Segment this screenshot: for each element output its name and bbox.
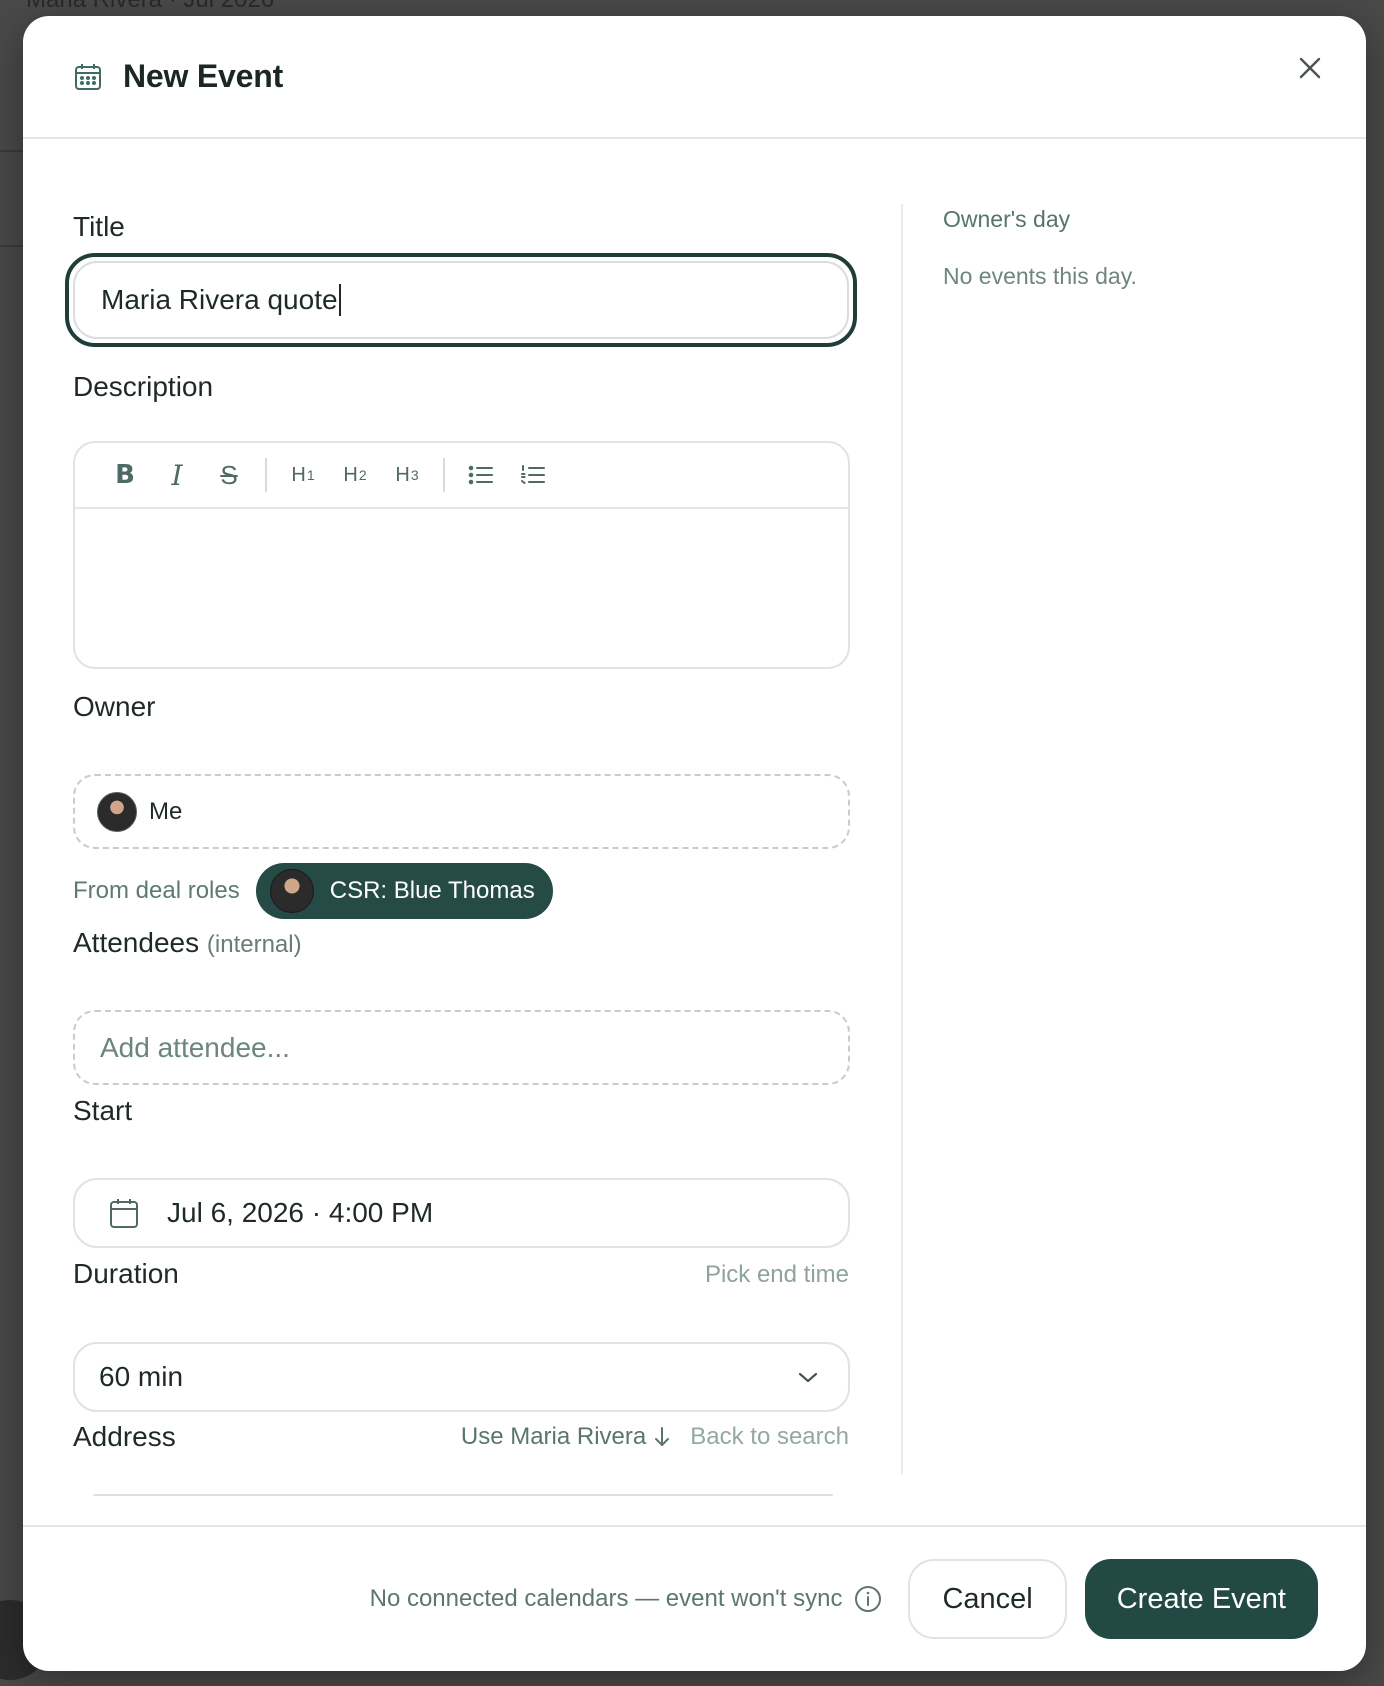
address-input-edge (93, 1494, 833, 1498)
editor-toolbar: B I S H1 H2 H3 (75, 443, 848, 509)
role-chip-csr[interactable]: CSR: Blue Thomas (255, 863, 553, 919)
pick-end-time-link[interactable]: Pick end time (705, 1261, 849, 1289)
role-chip-label: CSR: Blue Thomas (329, 877, 535, 904)
start-datetime-picker[interactable]: Jul 6, 2026 · 4:00 PM (73, 1178, 850, 1248)
heading-2-letter: H (343, 463, 358, 486)
close-icon[interactable] (1290, 48, 1330, 88)
modal-title: New Event (123, 58, 284, 94)
sync-note: No connected calendars — event won't syn… (370, 1585, 883, 1613)
attendees-note: (internal) (206, 931, 302, 958)
heading-3-button[interactable]: H3 (381, 453, 433, 497)
owners-day-title: Owner's day (943, 206, 1071, 232)
title-input-value: Maria Rivera quote (101, 284, 338, 315)
column-divider (901, 204, 903, 1474)
toolbar-separator (265, 458, 267, 492)
attendees-placeholder: Add attendee... (100, 1031, 290, 1063)
start-value: Jul 6, 2026 · 4:00 PM (167, 1197, 434, 1228)
calendar-icon (73, 62, 103, 92)
strikethrough-button[interactable]: S (203, 453, 255, 497)
modal-footer: No connected calendars — event won't syn… (23, 1525, 1366, 1671)
title-input-focus-ring: Maria Rivera quote (65, 253, 857, 347)
description-textarea[interactable] (75, 509, 848, 667)
calendar-icon (109, 1197, 141, 1229)
new-event-modal: New Event Title Maria Rivera quote Descr… (23, 16, 1366, 1671)
start-label: Start (73, 1095, 133, 1126)
title-input[interactable]: Maria Rivera quote (73, 261, 849, 339)
address-label: Address (73, 1421, 176, 1452)
heading-1-level: 1 (306, 467, 315, 483)
owner-value: Me (149, 797, 183, 825)
deal-roles-row: From deal roles CSR: Blue Thomas (73, 863, 553, 919)
use-contact-address-label: Use Maria Rivera (460, 1423, 647, 1450)
heading-3-letter: H (395, 463, 410, 486)
title-label: Title (73, 211, 125, 242)
attendees-label-text: Attendees (73, 927, 200, 958)
address-actions: Use Maria Rivera Back to search (461, 1423, 849, 1451)
duration-label: Duration (73, 1258, 179, 1289)
heading-3-level: 3 (410, 467, 419, 483)
ordered-list-icon[interactable] (507, 453, 559, 497)
cancel-button[interactable]: Cancel (908, 1559, 1067, 1639)
modal-header: New Event (23, 16, 1366, 139)
bold-button[interactable]: B (99, 453, 151, 497)
attendees-input[interactable]: Add attendee... (73, 1010, 850, 1085)
heading-1-letter: H (291, 463, 306, 486)
create-event-button[interactable]: Create Event (1084, 1559, 1318, 1639)
owners-day-empty: No events this day. (943, 263, 1137, 289)
toolbar-separator (443, 458, 445, 492)
duration-select[interactable]: 60 min (73, 1342, 850, 1412)
italic-button[interactable]: I (151, 453, 203, 497)
bullet-list-icon[interactable] (455, 453, 507, 497)
background-divider (0, 150, 23, 152)
description-editor: B I S H1 H2 H3 (73, 441, 850, 669)
deal-roles-label: From deal roles (73, 877, 240, 904)
heading-1-button[interactable]: H1 (277, 453, 329, 497)
back-to-search-link[interactable]: Back to search (690, 1423, 849, 1451)
text-caret (338, 284, 341, 316)
heading-2-button[interactable]: H2 (329, 453, 381, 497)
heading-2-level: 2 (358, 467, 367, 483)
chevron-down-icon (796, 1365, 820, 1389)
background-breadcrumb: Maria Rivera · Jul 2026 (26, 0, 274, 14)
attendees-label: Attendees (internal) (73, 927, 302, 959)
duration-value: 60 min (99, 1361, 184, 1392)
sync-note-text: No connected calendars — event won't syn… (369, 1585, 843, 1612)
description-label: Description (73, 371, 214, 402)
arrow-down-icon (655, 1427, 670, 1446)
info-icon[interactable] (854, 1585, 882, 1613)
owner-label: Owner (73, 691, 156, 722)
owner-field[interactable]: Me (73, 774, 850, 849)
avatar (97, 791, 137, 832)
avatar (269, 869, 314, 913)
owners-day-panel: Owner's day No events this day. (943, 206, 1323, 290)
background-divider (0, 245, 23, 247)
use-contact-address-link[interactable]: Use Maria Rivera (461, 1423, 672, 1451)
